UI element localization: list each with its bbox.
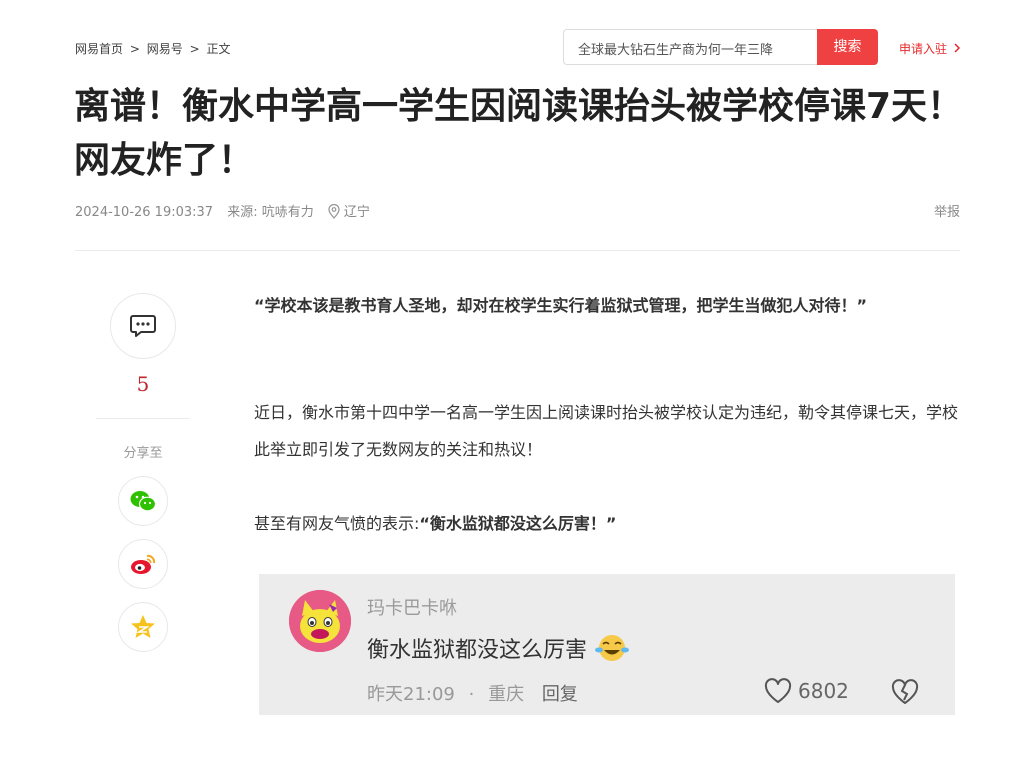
publish-time: 2024-10-26 19:03:37 [75, 205, 214, 220]
breadcrumb-separator: > [189, 42, 200, 56]
breadcrumb-wangyihao[interactable]: 网易号 [147, 42, 183, 56]
heart-icon [764, 678, 792, 703]
comment-screenshot: 玛卡巴卡咻 衡水监狱都没这么厉害 昨天21:09 · 重庆 回复 6802 [259, 574, 955, 715]
article-paragraph-1: “学校本该是教书育人圣地，却对在校学生实行着监狱式管理，把学生当做犯人对待！” [254, 296, 868, 315]
search-input[interactable]: 全球最大钻石生产商为何一年三降 [563, 29, 817, 65]
comment-like: 6802 [764, 678, 849, 704]
share-wechat-button[interactable] [118, 476, 168, 526]
breadcrumb-separator: > [129, 42, 140, 56]
article-body: “学校本该是教书育人圣地，却对在校学生实行着监狱式管理，把学生当做犯人对待！” … [254, 287, 964, 533]
comment-location: 重庆 [488, 684, 525, 705]
comment-time: 昨天21:09 [367, 684, 455, 705]
comment-text-content: 衡水监狱都没这么厉害 [367, 638, 588, 663]
crying-laugh-emoji-icon [595, 635, 630, 661]
search-button[interactable]: 搜索 [817, 29, 878, 65]
cartoon-cat-avatar [289, 590, 351, 652]
comment-meta: 昨天21:09 · 重庆 回复 [367, 680, 578, 706]
comment-icon [130, 315, 156, 337]
page-title: 离谱！衡水中学高一学生因阅读课抬头被学校停课7天！网友炸了！ [74, 86, 964, 181]
breadcrumb-current: 正文 [206, 42, 231, 56]
breadcrumb: 网易首页 > 网易号 > 正文 [75, 40, 233, 57]
comment-dislike [891, 679, 919, 709]
avatar [289, 590, 351, 652]
comment-count[interactable]: 5 [110, 372, 176, 396]
share-qzone-button[interactable] [118, 602, 168, 652]
broken-heart-icon [891, 679, 919, 704]
article-paragraph-2: 近日，衡水市第十四中学一名高一学生因上阅读课时抬头被学校认定为违纪，勒令其停课七… [254, 403, 959, 459]
share-weibo-button[interactable] [118, 539, 168, 589]
paragraph-3-quote: “衡水监狱都没这么厉害！” [419, 514, 617, 533]
like-count: 6802 [798, 679, 849, 703]
comment-text: 衡水监狱都没这么厉害 [367, 632, 630, 664]
chevron-right-icon [954, 43, 960, 53]
report-link[interactable]: 举报 [934, 201, 960, 220]
paragraph-3-text: 甚至有网友气愤的表示: [254, 514, 420, 533]
apply-link[interactable]: 申请入驻 [899, 40, 961, 57]
sidebar-divider [96, 418, 190, 419]
header-divider [75, 250, 960, 251]
share-label: 分享至 [123, 446, 163, 461]
weibo-icon [131, 554, 156, 574]
apply-label: 申请入驻 [899, 42, 948, 56]
breadcrumb-home[interactable]: 网易首页 [75, 42, 123, 56]
location-text: 辽宁 [343, 205, 370, 220]
comment-separator: · [468, 684, 475, 705]
article-meta: 2024-10-26 19:03:37 来源: 吭哧有力 辽宁 [75, 201, 380, 220]
location-icon [328, 204, 340, 219]
comment-reply-button: 回复 [541, 684, 578, 705]
comment-username: 玛卡巴卡咻 [367, 598, 457, 619]
source-link[interactable]: 来源: 吭哧有力 [227, 205, 314, 220]
comment-button[interactable] [110, 293, 176, 359]
article-paragraph-3: 甚至有网友气愤的表示:“衡水监狱都没这么厉害！” [254, 505, 616, 542]
wechat-icon [130, 491, 157, 512]
qzone-icon [131, 615, 155, 638]
